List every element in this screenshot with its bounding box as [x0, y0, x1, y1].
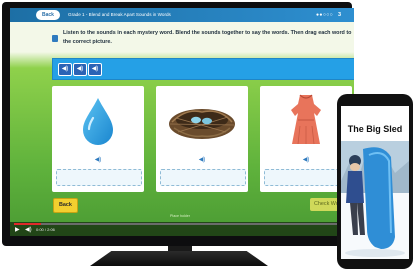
word-drop-target[interactable] [56, 169, 142, 186]
word-bank-bar: ◀) ◀) ◀) [52, 58, 354, 80]
seek-track[interactable] [14, 223, 350, 225]
progress-dots: ●●○○○ [316, 12, 334, 18]
audio-word-button[interactable]: ◀) [88, 63, 102, 76]
instructions-text: Listen to the sounds in each mystery wor… [63, 30, 352, 45]
dress-icon [291, 94, 321, 145]
word-drop-target[interactable] [160, 169, 246, 186]
volume-icon[interactable]: ◀) [25, 226, 32, 233]
footer-text: Place holder [170, 214, 190, 218]
speaker-icon[interactable]: ◀) [52, 156, 144, 163]
audio-word-button[interactable]: ◀) [58, 63, 72, 76]
seek-progress [14, 223, 41, 225]
top-bar [10, 8, 354, 22]
progress-number: 3 [338, 12, 342, 18]
child-with-sled-illustration [341, 141, 409, 259]
water-drop-icon [83, 98, 113, 145]
tv-stand-base [90, 251, 268, 266]
instructions-icon [52, 35, 58, 42]
play-icon[interactable]: ▶ [15, 226, 20, 233]
audio-word-button[interactable]: ◀) [73, 63, 87, 76]
nest-icon [169, 109, 235, 139]
book-title: The Big Sled [347, 124, 403, 134]
lesson-title: Grade 1 - Blend and Break Apart Sounds i… [68, 12, 171, 17]
time-label: 0:00 / 2:06 [36, 227, 55, 232]
lesson-screen: Back Grade 1 - Blend and Break Apart Sou… [10, 8, 354, 236]
speaker-icon[interactable]: ◀) [156, 156, 248, 163]
back-pill-button[interactable]: Back [36, 10, 60, 20]
book-cover-photo [341, 141, 409, 259]
picture-card: ◀) [156, 86, 248, 192]
picture-card: ◀) [52, 86, 144, 192]
back-button[interactable]: Back [53, 198, 78, 213]
